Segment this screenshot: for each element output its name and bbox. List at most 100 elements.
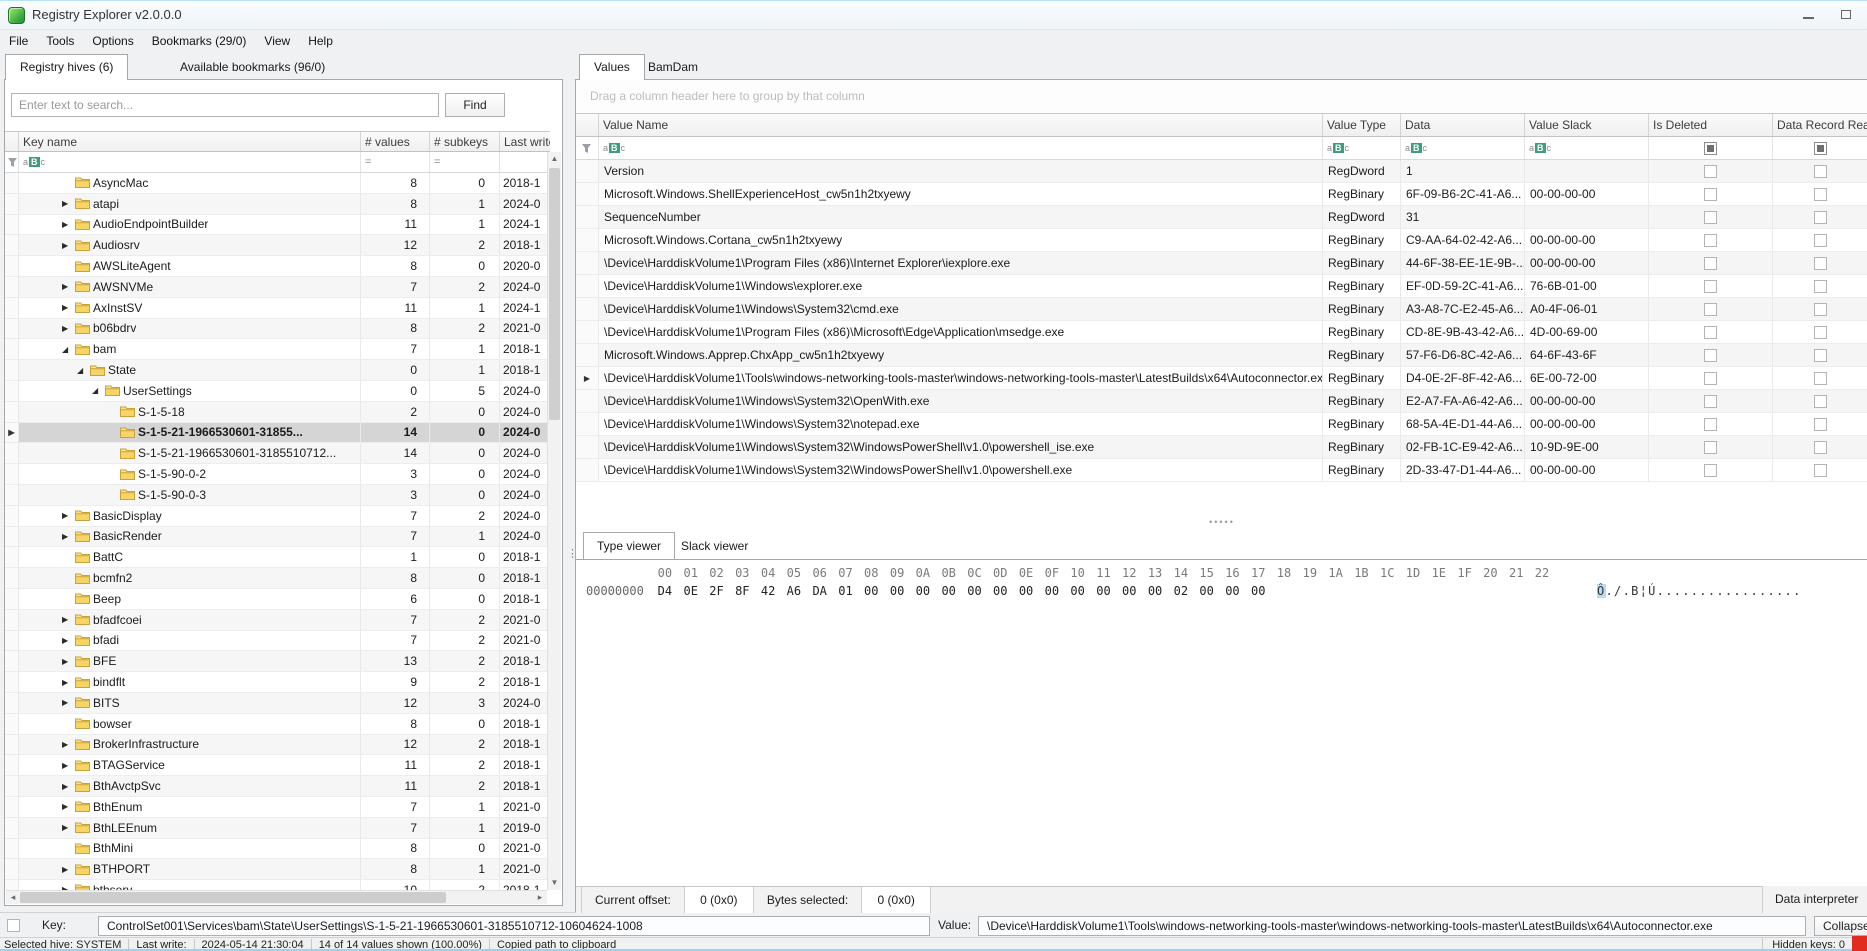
checkbox[interactable] bbox=[1814, 441, 1827, 454]
value-row[interactable]: SequenceNumberRegDword31 bbox=[576, 206, 1867, 229]
value-row[interactable]: Microsoft.Windows.ShellExperienceHost_cw… bbox=[576, 183, 1867, 206]
tree-row[interactable]: ▶BrokerInfrastructure1222018-1 bbox=[5, 735, 550, 756]
expand-collapsed-icon[interactable]: ▶ bbox=[62, 698, 75, 707]
maximize-button[interactable] bbox=[1829, 5, 1863, 26]
tree-row[interactable]: ▶BthEnum712021-0 bbox=[5, 797, 550, 818]
value-row[interactable]: \Device\HarddiskVolume1\Windows\System32… bbox=[576, 436, 1867, 459]
checkbox[interactable] bbox=[1814, 303, 1827, 316]
tree-row[interactable]: ▶b06bdrv822021-0 bbox=[5, 319, 550, 340]
expand-collapsed-icon[interactable]: ▶ bbox=[62, 636, 75, 645]
checkbox[interactable] bbox=[1814, 280, 1827, 293]
tree-row[interactable]: S-1-5-18202024-0 bbox=[5, 402, 550, 423]
checkbox[interactable] bbox=[1814, 165, 1827, 178]
tree-row[interactable]: ◢State012018-1 bbox=[5, 360, 550, 381]
checkbox[interactable] bbox=[1814, 372, 1827, 385]
values-filter-is-deleted[interactable] bbox=[1649, 137, 1773, 159]
value-row[interactable]: \Device\HarddiskVolume1\Windows\System32… bbox=[576, 390, 1867, 413]
tree-header-num-values[interactable]: # values bbox=[361, 132, 430, 151]
tree-row[interactable]: ▶BTHPORT812021-0 bbox=[5, 859, 550, 880]
checkbox[interactable] bbox=[1814, 326, 1827, 339]
tree-filter-last-write[interactable] bbox=[500, 152, 550, 172]
hex-data-row[interactable]: 00000000 D40E2F8F42A6DA01000000000000000… bbox=[576, 584, 1867, 601]
value-path-field[interactable]: \Device\HarddiskVolume1\Tools\windows-ne… bbox=[978, 916, 1806, 936]
values-header-data-record[interactable]: Data Record Realle bbox=[1773, 114, 1867, 136]
value-row[interactable]: ▶\Device\HarddiskVolume1\Tools\windows-n… bbox=[576, 367, 1867, 390]
collapse-all-button[interactable]: Collapse all bbox=[1814, 916, 1867, 936]
value-row[interactable]: \Device\HarddiskVolume1\Windows\explorer… bbox=[576, 275, 1867, 298]
tree-row[interactable]: S-1-5-90-0-2302024-0 bbox=[5, 464, 550, 485]
tree-header-last-write[interactable]: Last write t bbox=[500, 132, 550, 151]
expand-expanded-icon[interactable]: ◢ bbox=[62, 345, 75, 354]
panel-splitter[interactable]: ⋮ bbox=[563, 79, 575, 906]
tab-available-bookmarks[interactable]: Available bookmarks (96/0) bbox=[166, 56, 339, 80]
scrollbar-thumb[interactable] bbox=[549, 168, 560, 420]
tree-row[interactable]: ▶AWSNVMe722024-0 bbox=[5, 277, 550, 298]
scroll-up-icon[interactable]: ▲ bbox=[548, 152, 561, 166]
values-header-data[interactable]: Data bbox=[1401, 114, 1525, 136]
hex-panel-splitter[interactable]: ••••• bbox=[576, 517, 1867, 529]
filter-funnel-icon[interactable] bbox=[576, 137, 599, 159]
checkbox[interactable] bbox=[1814, 234, 1827, 247]
data-interpreter-button[interactable]: Data interpreter bbox=[1762, 886, 1867, 913]
checkbox[interactable] bbox=[1704, 257, 1717, 270]
minimize-button[interactable] bbox=[1791, 5, 1825, 26]
expand-collapsed-icon[interactable]: ▶ bbox=[62, 199, 75, 208]
menu-item-file[interactable]: File bbox=[0, 30, 37, 53]
tree-row[interactable]: BthMini802021-0 bbox=[5, 839, 550, 860]
values-filter-value-slack[interactable]: aBc bbox=[1525, 137, 1649, 159]
expand-collapsed-icon[interactable]: ▶ bbox=[62, 220, 75, 229]
tab-bamdam[interactable]: BamDam bbox=[634, 56, 712, 80]
scroll-left-icon[interactable]: ◂ bbox=[6, 891, 20, 904]
value-row[interactable]: \Device\HarddiskVolume1\Program Files (x… bbox=[576, 252, 1867, 275]
checkbox[interactable] bbox=[1814, 418, 1827, 431]
values-header-is-deleted[interactable]: Is Deleted bbox=[1649, 114, 1773, 136]
tree-row[interactable]: ▶S-1-5-21-1966530601-31855...1402024-0 bbox=[5, 423, 550, 444]
tree-row[interactable]: ▶bfadi722021-0 bbox=[5, 631, 550, 652]
values-filter-value-name[interactable]: aBc bbox=[599, 137, 1323, 159]
value-row[interactable]: \Device\HarddiskVolume1\Windows\System32… bbox=[576, 459, 1867, 482]
tree-header-key-name[interactable]: Key name bbox=[19, 132, 361, 151]
tree-row[interactable]: S-1-5-21-1966530601-3185510712...1402024… bbox=[5, 443, 550, 464]
values-filter-data[interactable]: aBc bbox=[1401, 137, 1525, 159]
value-row[interactable]: \Device\HarddiskVolume1\Program Files (x… bbox=[576, 321, 1867, 344]
indeterminate-checkbox[interactable] bbox=[1704, 142, 1717, 155]
value-row[interactable]: Microsoft.Windows.Cortana_cw5n1h2txyewyR… bbox=[576, 229, 1867, 252]
tree-row[interactable]: ▶BasicDisplay722024-0 bbox=[5, 506, 550, 527]
find-button[interactable]: Find bbox=[445, 93, 505, 117]
expand-collapsed-icon[interactable]: ▶ bbox=[62, 740, 75, 749]
tab-slack-viewer[interactable]: Slack viewer bbox=[668, 534, 761, 559]
checkbox[interactable] bbox=[1704, 372, 1717, 385]
values-filter-data-record[interactable] bbox=[1773, 137, 1867, 159]
tree-row[interactable]: S-1-5-90-0-3302024-0 bbox=[5, 485, 550, 506]
tree-row[interactable]: ▶atapi812024-0 bbox=[5, 194, 550, 215]
checkbox[interactable] bbox=[1704, 349, 1717, 362]
checkbox[interactable] bbox=[1704, 418, 1717, 431]
tree-row[interactable]: ▶BITS1232024-0 bbox=[5, 693, 550, 714]
checkbox[interactable] bbox=[1704, 211, 1717, 224]
tab-type-viewer[interactable]: Type viewer bbox=[583, 532, 675, 559]
menu-item-options[interactable]: Options bbox=[83, 30, 142, 53]
filter-funnel-icon[interactable] bbox=[5, 152, 19, 172]
tree-filter-num-values[interactable]: = bbox=[361, 152, 430, 172]
checkbox[interactable] bbox=[1704, 441, 1717, 454]
menu-item-help[interactable]: Help bbox=[299, 30, 342, 53]
expand-collapsed-icon[interactable]: ▶ bbox=[62, 865, 75, 874]
tree-row[interactable]: ◢UserSettings052024-0 bbox=[5, 381, 550, 402]
expand-collapsed-icon[interactable]: ▶ bbox=[62, 761, 75, 770]
tree-row[interactable]: ▶BasicRender712024-0 bbox=[5, 527, 550, 548]
tree-row[interactable]: ▶BthLEEnum712019-0 bbox=[5, 818, 550, 839]
checkbox[interactable] bbox=[1814, 349, 1827, 362]
tree-row[interactable]: ▶Audiosrv1222018-1 bbox=[5, 235, 550, 256]
tree-row[interactable]: ▶BTAGService1122018-1 bbox=[5, 755, 550, 776]
checkbox[interactable] bbox=[1704, 280, 1717, 293]
tree-header-num-subkeys[interactable]: # subkeys bbox=[430, 132, 500, 151]
tree-row[interactable]: AsyncMac802018-1 bbox=[5, 173, 550, 194]
tree-row[interactable]: Beep602018-1 bbox=[5, 589, 550, 610]
expand-expanded-icon[interactable]: ◢ bbox=[92, 386, 105, 395]
tree-row[interactable]: BattC102018-1 bbox=[5, 547, 550, 568]
scroll-right-icon[interactable]: ▸ bbox=[533, 891, 547, 904]
values-header-value-type[interactable]: Value Type bbox=[1323, 114, 1401, 136]
tree-row[interactable]: ▶AxInstSV1112024-1 bbox=[5, 298, 550, 319]
menu-item-view[interactable]: View bbox=[255, 30, 299, 53]
checkbox[interactable] bbox=[1814, 464, 1827, 477]
